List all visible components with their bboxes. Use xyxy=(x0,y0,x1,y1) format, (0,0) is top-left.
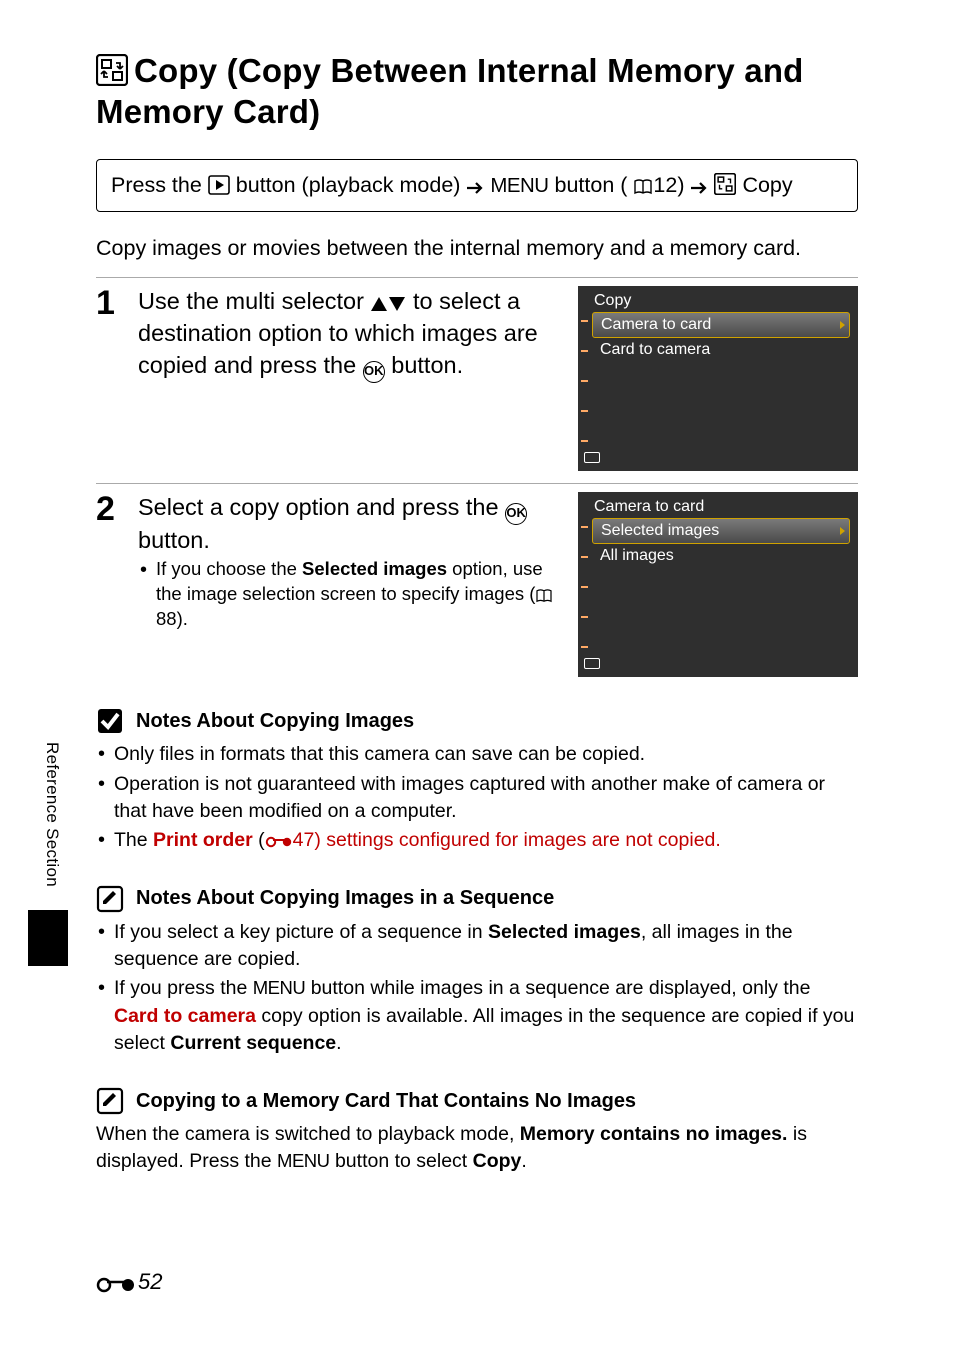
lcd-tick-icon xyxy=(581,586,588,588)
step2-a: Select a copy option and press the xyxy=(138,494,505,520)
s2sbold: Selected images xyxy=(302,558,447,579)
step-number: 2 xyxy=(96,492,120,526)
lcd2-item-selected: Selected images xyxy=(592,518,850,544)
note2-b1: If you select a key picture of a sequenc… xyxy=(96,919,858,974)
page-number-value: 52 xyxy=(138,1269,162,1295)
n1b3a: The xyxy=(114,829,153,851)
lcd2-title: Camera to card xyxy=(578,492,858,518)
down-triangle-icon xyxy=(388,296,406,312)
lcd-card-icon xyxy=(584,658,600,669)
step1-a: Use the multi selector xyxy=(138,288,370,314)
n1b3ref: 47) settings configured for images are n… xyxy=(293,829,721,851)
lcd-screen-2: Camera to card Selected images All image… xyxy=(578,492,858,677)
up-triangle-icon xyxy=(370,296,388,312)
press-prefix: Press the xyxy=(111,173,208,197)
title-text: Copy (Copy Between Internal Memory and M… xyxy=(96,52,804,130)
lcd-tick-icon xyxy=(581,320,588,322)
n2b2menu: MENU xyxy=(253,977,306,998)
note1-b3: The Print order (47) settings configured… xyxy=(96,827,858,854)
lcd-card-icon xyxy=(584,452,600,463)
lcd1-item-selected: Camera to card xyxy=(592,312,850,338)
page-number: 52 xyxy=(96,1269,162,1295)
ref-page-icon xyxy=(96,1275,136,1295)
note1-b2: Operation is not guaranteed with images … xyxy=(96,771,858,826)
press-ref1: 12) xyxy=(653,173,690,197)
step-2: 2 Select a copy option and press the OK … xyxy=(96,483,858,677)
step-1-text: Use the multi selector to select a desti… xyxy=(138,286,562,382)
note-sequence: Notes About Copying Images in a Sequence… xyxy=(96,885,858,1057)
ref-link-icon xyxy=(265,835,293,849)
press-mid1: button (playback mode) xyxy=(236,173,467,197)
n3menu: MENU xyxy=(277,1150,330,1171)
menu-button-label: MENU xyxy=(490,175,548,197)
arrow-right-icon xyxy=(466,181,484,195)
lcd-tick-icon xyxy=(581,526,588,528)
press-suffix: Copy xyxy=(742,173,792,197)
section-tab xyxy=(28,910,68,966)
lcd1-title: Copy xyxy=(578,286,858,312)
caution-check-icon xyxy=(96,707,124,735)
step2-sub-item: If you choose the Selected images option… xyxy=(138,557,562,632)
n2b2a: If you press the xyxy=(114,977,253,999)
lcd-tick-icon xyxy=(581,350,588,352)
lcd-tick-icon xyxy=(581,616,588,618)
n3d: . xyxy=(521,1150,526,1172)
s2sr: 88). xyxy=(156,608,188,629)
note1-heading: Notes About Copying Images xyxy=(136,710,414,733)
n2b2bold: Current sequence xyxy=(170,1032,336,1054)
book-ref-icon xyxy=(535,589,553,603)
pencil-note-icon xyxy=(96,1087,124,1115)
lcd-tick-icon xyxy=(581,410,588,412)
ok-button-icon: OK xyxy=(505,503,527,525)
n3bold: Memory contains no images. xyxy=(520,1123,788,1145)
arrow-right-icon xyxy=(690,181,708,195)
note3-heading: Copying to a Memory Card That Contains N… xyxy=(136,1090,636,1113)
n2b2d: . xyxy=(336,1032,341,1054)
n2b1a: If you select a key picture of a sequenc… xyxy=(114,921,488,943)
nav-path-box: Press the button (playback mode) MENU bu… xyxy=(96,159,858,213)
lcd-tick-icon xyxy=(581,380,588,382)
n3a: When the camera is switched to playback … xyxy=(96,1123,520,1145)
playback-button-icon xyxy=(208,175,230,195)
n3c: button to select xyxy=(330,1150,473,1172)
note3-body: When the camera is switched to playback … xyxy=(96,1121,858,1176)
s2sa: If you choose the xyxy=(156,558,302,579)
note-copying-images: Notes About Copying Images Only files in… xyxy=(96,707,858,854)
lcd-tick-icon xyxy=(581,440,588,442)
lcd-screen-1: Copy Camera to card Card to camera xyxy=(578,286,858,471)
step-number: 1 xyxy=(96,286,120,320)
step2-sub: If you choose the Selected images option… xyxy=(138,557,562,632)
n2b2b: button while images in a sequence are di… xyxy=(305,977,810,999)
step2-b: button. xyxy=(138,527,210,553)
book-ref-icon xyxy=(633,179,653,195)
step1-c: button. xyxy=(391,352,463,378)
pencil-note-icon xyxy=(96,885,124,913)
note-empty-card: Copying to a Memory Card That Contains N… xyxy=(96,1087,858,1176)
ok-button-icon: OK xyxy=(363,361,385,383)
lcd1-item: Card to camera xyxy=(592,338,850,362)
step-2-text: Select a copy option and press the OK bu… xyxy=(138,492,562,557)
n2b1bold: Selected images xyxy=(488,921,641,943)
n3bold2: Copy xyxy=(473,1150,522,1172)
section-label-vertical: Reference Section xyxy=(42,742,62,887)
copy-small-icon xyxy=(714,173,736,195)
lcd2-item: All images xyxy=(592,544,850,568)
note1-b1: Only files in formats that this camera c… xyxy=(96,741,858,768)
copy-icon xyxy=(96,54,128,86)
lcd-tick-icon xyxy=(581,556,588,558)
n1b3red: Print order xyxy=(153,829,253,851)
note2-heading: Notes About Copying Images in a Sequence xyxy=(136,887,554,910)
lcd-tick-icon xyxy=(581,646,588,648)
note2-b2: If you press the MENU button while image… xyxy=(96,975,858,1057)
press-mid2: button ( xyxy=(555,173,628,197)
intro-text: Copy images or movies between the intern… xyxy=(96,236,858,261)
page-title: Copy (Copy Between Internal Memory and M… xyxy=(96,50,858,133)
step-1: 1 Use the multi selector to select a des… xyxy=(96,277,858,471)
n2b2red: Card to camera xyxy=(114,1005,256,1027)
n1b3b: ( xyxy=(253,829,265,851)
